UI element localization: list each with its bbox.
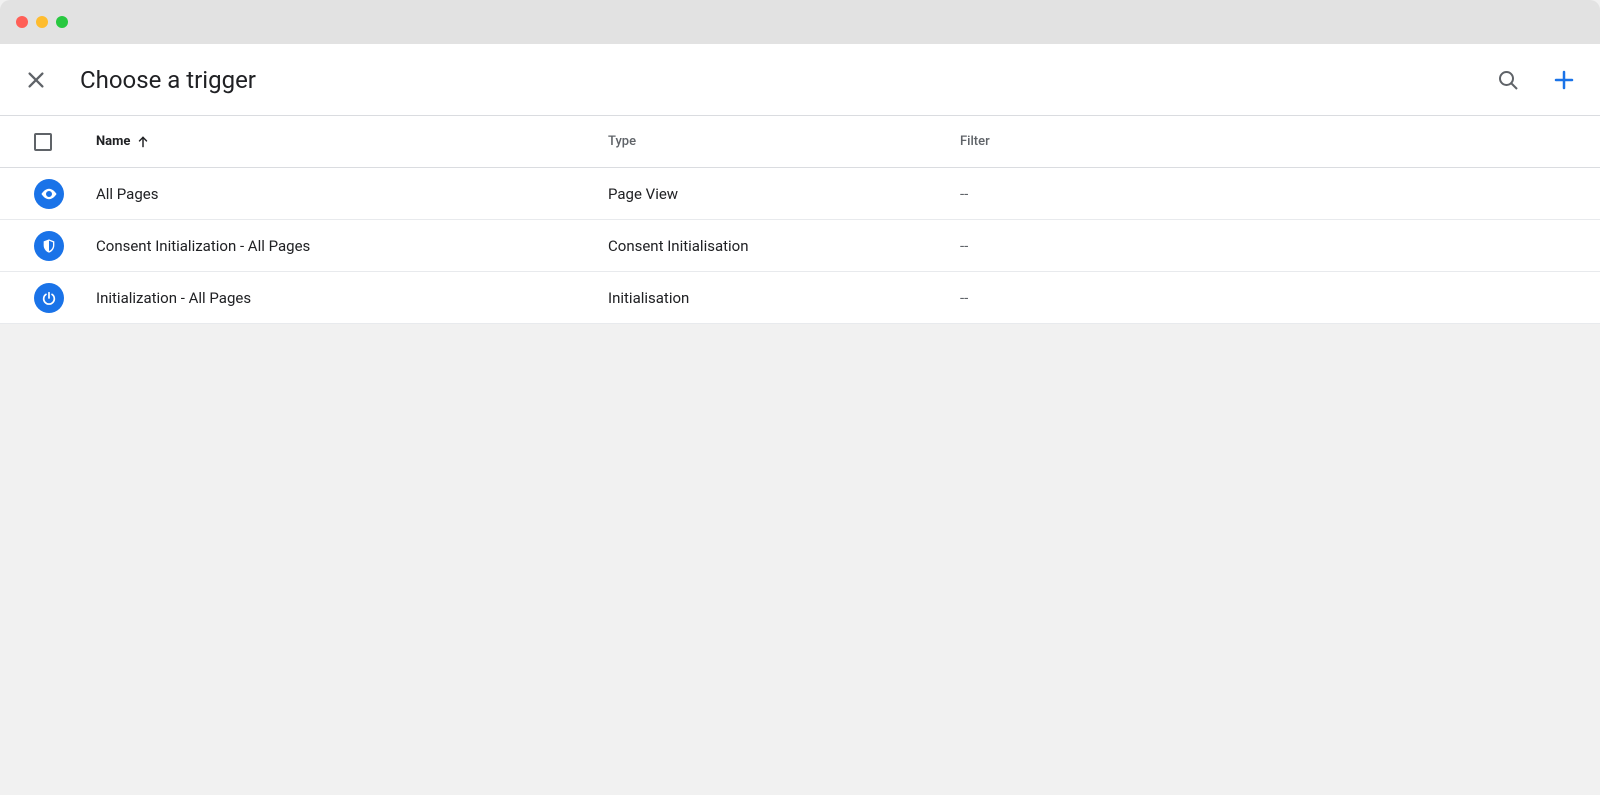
column-header-filter[interactable]: Filter	[960, 134, 1600, 149]
row-type: Initialisation	[608, 289, 960, 307]
table-row[interactable]: Consent Initialization - All Pages Conse…	[0, 220, 1600, 272]
search-button[interactable]	[1496, 68, 1520, 92]
add-button[interactable]	[1552, 68, 1576, 92]
power-icon	[34, 283, 64, 313]
window-minimize-traffic-light[interactable]	[36, 16, 48, 28]
row-name: All Pages	[96, 185, 608, 203]
close-button[interactable]	[24, 68, 48, 92]
header-actions	[1496, 68, 1576, 92]
column-header-type[interactable]: Type	[608, 134, 960, 149]
row-filter: --	[960, 289, 1600, 307]
window-maximize-traffic-light[interactable]	[56, 16, 68, 28]
row-type: Consent Initialisation	[608, 237, 960, 255]
row-name: Initialization - All Pages	[96, 289, 608, 307]
modal-title: Choose a trigger	[80, 66, 1496, 94]
window-close-traffic-light[interactable]	[16, 16, 28, 28]
content-area: Choose a trigger	[0, 44, 1600, 795]
row-filter: --	[960, 237, 1600, 255]
row-type: Page View	[608, 185, 960, 203]
arrow-up-icon	[136, 135, 150, 149]
close-icon	[25, 69, 47, 91]
modal-header: Choose a trigger	[0, 44, 1600, 116]
column-header-name-label: Name	[96, 134, 130, 149]
select-all-checkbox[interactable]	[34, 133, 52, 151]
table-row[interactable]: All Pages Page View --	[0, 168, 1600, 220]
plus-icon	[1552, 68, 1576, 92]
row-icon-cell	[34, 231, 96, 261]
search-icon	[1496, 68, 1520, 92]
column-header-filter-label: Filter	[960, 134, 990, 149]
row-name: Consent Initialization - All Pages	[96, 237, 608, 255]
window-title-bar	[0, 0, 1600, 44]
select-all-cell	[34, 133, 96, 151]
table-body: All Pages Page View -- Consent Initializ…	[0, 168, 1600, 324]
shield-icon	[34, 231, 64, 261]
column-header-type-label: Type	[608, 134, 636, 149]
table-header: Name Type Filter	[0, 116, 1600, 168]
row-icon-cell	[34, 283, 96, 313]
column-header-name[interactable]: Name	[96, 134, 608, 149]
row-icon-cell	[34, 179, 96, 209]
page-view-icon	[34, 179, 64, 209]
window: Choose a trigger	[0, 0, 1600, 795]
row-filter: --	[960, 185, 1600, 203]
table-row[interactable]: Initialization - All Pages Initialisatio…	[0, 272, 1600, 324]
